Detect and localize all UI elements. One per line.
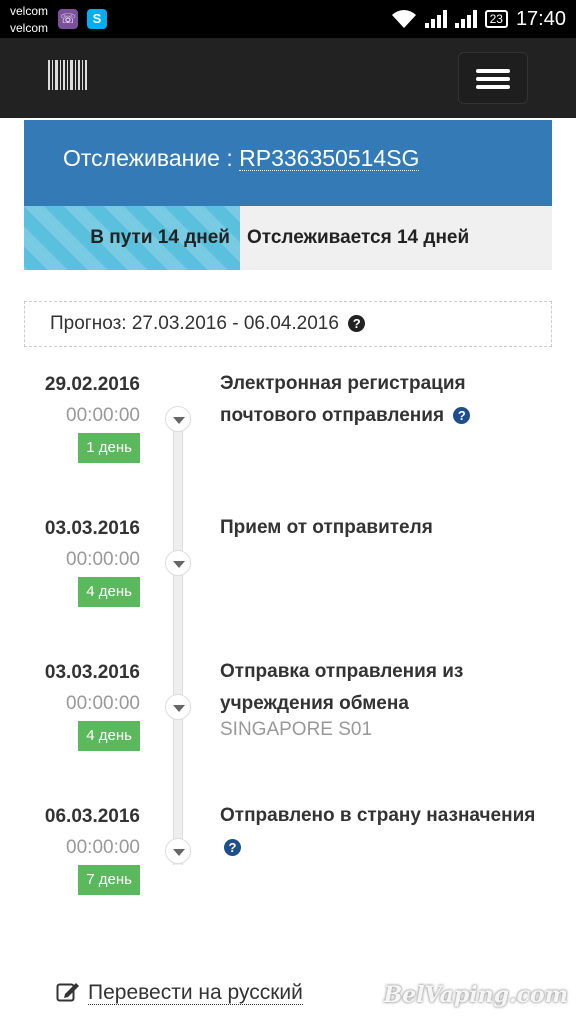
translate-label[interactable]: Перевести на русский: [88, 981, 303, 1005]
transit-progress: В пути 14 дней Отслеживается 14 дней: [24, 206, 552, 270]
battery-icon: 23: [484, 10, 508, 28]
event-title: Электронная регистрация почтового отправ…: [220, 368, 550, 432]
tracking-header: Отслеживание : RP336350514SG: [24, 120, 552, 206]
help-icon[interactable]: ?: [348, 315, 366, 332]
chevron-down-icon[interactable]: [165, 406, 191, 432]
menu-button[interactable]: [458, 52, 528, 104]
event-title: Прием от отправителя: [220, 517, 433, 538]
chevron-down-icon[interactable]: [165, 838, 191, 864]
chevron-down-icon[interactable]: [165, 550, 191, 576]
help-icon[interactable]: ?: [224, 839, 241, 856]
timeline-event: 06.03.2016 00:00:00 7 день Отправлено в …: [0, 805, 576, 936]
signal-icon-2: [454, 10, 477, 28]
event-day-badge: 4 день: [78, 577, 140, 607]
help-icon[interactable]: ?: [453, 407, 471, 424]
barcode-icon[interactable]: [48, 60, 88, 90]
carrier-label-1: velcom: [10, 4, 49, 18]
navbar: [0, 38, 576, 118]
event-date: 03.03.2016: [44, 662, 140, 683]
timeline-event: 29.02.2016 00:00:00 1 день Электронная р…: [0, 373, 576, 504]
event-time: 00:00:00: [66, 405, 140, 426]
translate-link[interactable]: Перевести на русский: [56, 980, 303, 1005]
event-date: 06.03.2016: [44, 806, 140, 827]
event-location: SINGAPORE S01: [220, 719, 373, 740]
tracking-label: Отслеживание :: [63, 145, 240, 171]
event-title: Отправлено в страну назначения ?: [220, 805, 536, 856]
event-date: 29.02.2016: [44, 374, 140, 395]
signal-icon-1: [424, 10, 447, 28]
event-date: 03.03.2016: [44, 518, 140, 539]
event-time: 00:00:00: [66, 837, 140, 858]
event-time: 00:00:00: [66, 549, 140, 570]
event-title: Отправка отправления из учреждения обмен…: [220, 661, 464, 714]
event-time: 00:00:00: [66, 693, 140, 714]
wifi-icon: [391, 10, 416, 28]
event-day-badge: 4 день: [78, 721, 140, 751]
tracked-label: Отслеживается 14 дней: [247, 227, 470, 248]
watermark: BelVaping.com: [383, 982, 568, 1008]
chevron-down-icon[interactable]: [165, 694, 191, 720]
edit-icon: [56, 983, 79, 1002]
clock: 17:40: [515, 7, 566, 30]
forecast-box: Прогноз: 27.03.2016 - 06.04.2016 ?: [24, 301, 552, 347]
tracking-number[interactable]: RP336350514SG: [239, 146, 420, 171]
skype-icon: S: [87, 9, 107, 29]
timeline-event: 03.03.2016 00:00:00 4 день Отправка отпр…: [0, 661, 576, 792]
timeline-event: 03.03.2016 00:00:00 4 день Прием от отпр…: [0, 517, 576, 648]
viber-icon: ☏: [58, 9, 78, 29]
event-day-badge: 7 день: [78, 865, 140, 895]
status-bar: velcom velcom ☏ S 23 17:40: [0, 0, 576, 38]
forecast-text: Прогноз: 27.03.2016 - 06.04.2016: [50, 313, 339, 334]
in-transit-label: В пути 14 дней: [90, 227, 230, 248]
event-day-badge: 1 день: [78, 433, 140, 463]
carrier-label-2: velcom: [10, 21, 49, 35]
